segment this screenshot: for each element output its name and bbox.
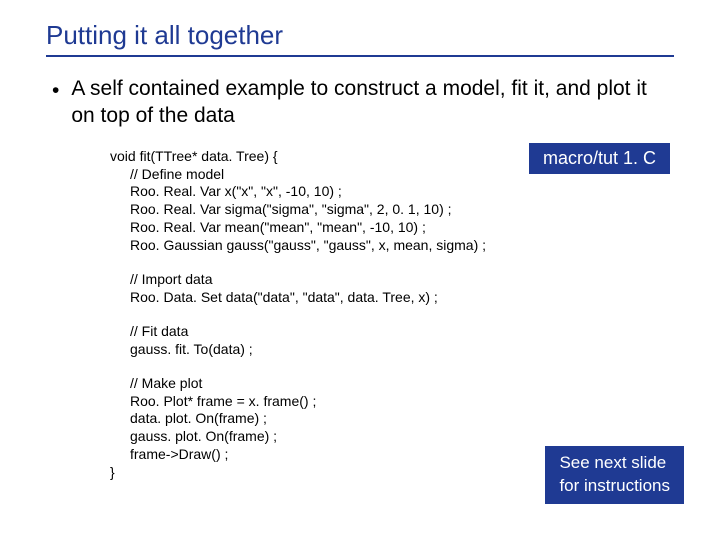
- bullet-text: A self contained example to construct a …: [71, 75, 674, 130]
- slide: Putting it all together • A self contain…: [0, 0, 720, 540]
- bullet-row: • A self contained example to construct …: [46, 75, 674, 130]
- note-line: for instructions: [559, 475, 670, 498]
- note-line: See next slide: [559, 452, 670, 475]
- code-line: Roo. Real. Var mean("mean", "mean", -10,…: [130, 219, 674, 237]
- code-line: Roo. Real. Var sigma("sigma", "sigma", 2…: [130, 201, 674, 219]
- code-comment: // Make plot: [130, 375, 674, 393]
- code-line: data. plot. On(frame) ;: [130, 410, 674, 428]
- code-line: Roo. Gaussian gauss("gauss", "gauss", x,…: [130, 237, 674, 255]
- code-line: gauss. plot. On(frame) ;: [130, 428, 674, 446]
- bullet-dot-icon: •: [52, 77, 59, 104]
- code-line: Roo. Plot* frame = x. frame() ;: [130, 393, 674, 411]
- macro-tag: macro/tut 1. C: [529, 143, 670, 174]
- code-comment: // Import data: [130, 271, 674, 289]
- code-block: void fit(TTree* data. Tree) { // Define …: [110, 148, 674, 483]
- code-line: Roo. Real. Var x("x", "x", -10, 10) ;: [130, 183, 674, 201]
- note-tag: See next slide for instructions: [545, 446, 684, 504]
- slide-title: Putting it all together: [46, 20, 674, 57]
- code-line: Roo. Data. Set data("data", "data", data…: [130, 289, 674, 307]
- code-line: gauss. fit. To(data) ;: [130, 341, 674, 359]
- code-comment: // Fit data: [130, 323, 674, 341]
